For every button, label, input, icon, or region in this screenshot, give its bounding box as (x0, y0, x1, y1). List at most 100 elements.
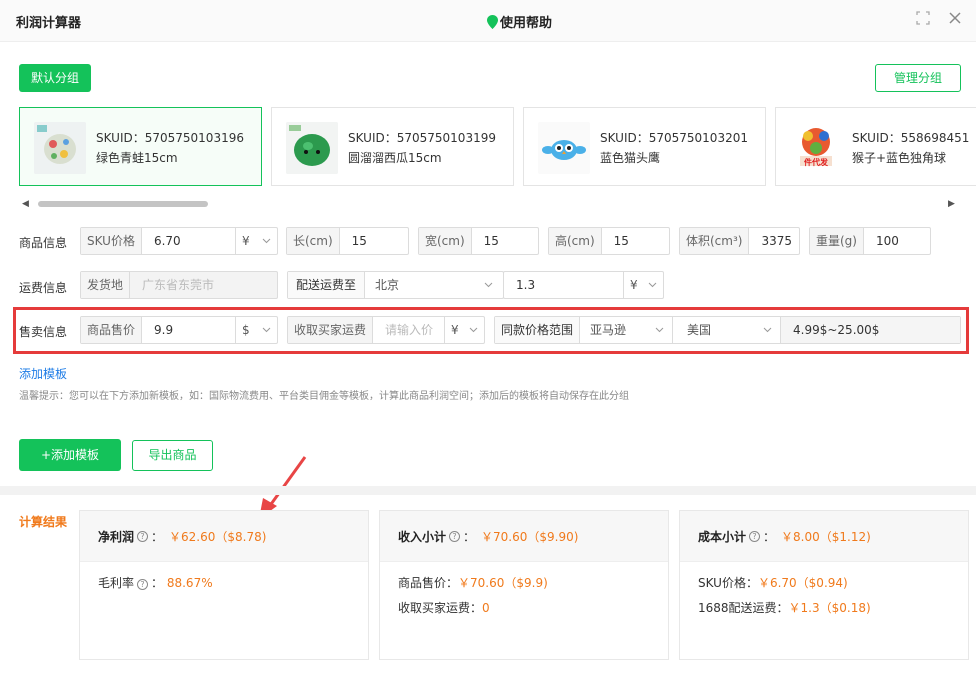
scroll-thumb[interactable] (38, 201, 208, 207)
horizontal-scrollbar[interactable] (20, 199, 948, 209)
scroll-right-icon[interactable]: ▶ (948, 199, 958, 209)
cost-sku-value: ￥6.70（$0.94) (757, 576, 848, 590)
product-card[interactable]: SKUID：5705750103199 圆溜溜西瓜15cm (271, 107, 514, 186)
width-value[interactable]: 15 (472, 228, 538, 254)
template-tip: 温馨提示：您可以在下方添加新模板，如：国际物流费用、平台类目佣金等模板，计算此商… (19, 391, 629, 402)
product-sku: SKUID：5705750103201 (600, 131, 748, 145)
cost-panel: 成本小计 ?： ￥8.00（$1.12) SKU价格：￥6.70（$0.94) … (679, 510, 969, 660)
income-sale-value: ￥70.60（$9.9) (458, 576, 548, 590)
product-thumbnail (538, 122, 590, 174)
chevron-down-icon (484, 282, 493, 288)
currency-select[interactable]: ¥ (235, 228, 277, 254)
income-ship-label: 收取买家运费： (398, 601, 483, 615)
product-sku: SKUID：5705750103199 (348, 131, 496, 145)
product-sku: SKUID：5705750103196 (96, 131, 244, 145)
product-info-label: 商品信息 (19, 236, 68, 250)
margin-value: 88.67% (166, 576, 213, 590)
shipping-fee-value[interactable]: 1.3 (504, 272, 623, 298)
section-divider (0, 486, 976, 495)
close-icon[interactable] (946, 11, 964, 29)
cost-title: 成本小计 (698, 529, 747, 544)
chevron-down-icon (262, 238, 271, 244)
help-label: 使用帮助 (500, 16, 553, 31)
height-field[interactable]: 高(cm) 15 (548, 227, 670, 255)
net-profit-title: 净利润 (98, 529, 135, 544)
margin-label: 毛利率 (98, 576, 135, 590)
product-name: 圆溜溜西瓜15cm (348, 151, 442, 165)
weight-field[interactable]: 重量(g) 100 (809, 227, 931, 255)
product-thumbnail (286, 122, 338, 174)
height-value[interactable]: 15 (602, 228, 669, 254)
sku-price-field[interactable]: SKU价格 6.70 ¥ (80, 227, 278, 255)
volume-field: 体积(cm³) 3375 (679, 227, 800, 255)
product-thumbnail: 件代发 (790, 122, 842, 174)
cost-ship-label: 1688配送运费： (698, 601, 789, 615)
cost-ship-line: 1688配送运费：￥1.3（$0.18) (680, 599, 968, 616)
product-name: 绿色青蛙15cm (96, 151, 178, 165)
currency-value: ¥ (630, 278, 638, 292)
fullscreen-icon[interactable] (914, 11, 932, 29)
sku-price-value[interactable]: 6.70 (142, 228, 235, 254)
window-header: 利润计算器 使用帮助 (0, 0, 976, 42)
question-icon[interactable]: ? (749, 530, 761, 542)
margin-line: 毛利率?： 88.67% (98, 576, 213, 590)
height-label: 高(cm) (549, 228, 602, 254)
weight-label: 重量(g) (810, 228, 864, 254)
destination-label: 配送运费至 (288, 272, 366, 298)
manage-group-button[interactable]: 管理分组 (875, 64, 961, 92)
destination-select[interactable]: 配送运费至 北京 (287, 271, 504, 299)
cost-ship-value: ￥1.3（$0.18) (788, 601, 871, 615)
net-profit-header: 净利润 ?： ￥62.60（$8.78) (80, 511, 368, 562)
origin-label: 发货地 (81, 272, 131, 298)
location-pin-icon (487, 14, 498, 29)
add-template-button[interactable]: +添加模板 (19, 439, 121, 471)
question-icon[interactable]: ? (137, 579, 149, 590)
window-title: 利润计算器 (16, 16, 82, 31)
length-field[interactable]: 长(cm) 15 (286, 227, 409, 255)
income-sale-label: 商品售价： (398, 576, 459, 590)
length-label: 长(cm) (287, 228, 340, 254)
product-sku: SKUID：558698451 (852, 131, 970, 145)
currency-value: ¥ (242, 234, 250, 248)
product-name: 猴子+蓝色独角球 (852, 151, 947, 165)
length-value[interactable]: 15 (340, 228, 408, 254)
sales-row-highlight (13, 307, 969, 354)
income-ship-value: 0 (482, 601, 490, 615)
question-icon[interactable]: ? (449, 530, 461, 542)
income-title: 收入小计 (398, 529, 447, 544)
shipping-info-label: 运费信息 (19, 281, 68, 295)
destination-value-wrap[interactable]: 北京 (365, 272, 503, 298)
question-icon[interactable]: ? (137, 530, 149, 542)
width-label: 宽(cm) (419, 228, 472, 254)
cost-header: 成本小计 ?： ￥8.00（$1.12) (680, 511, 968, 562)
destination-value: 北京 (375, 278, 400, 292)
width-field[interactable]: 宽(cm) 15 (418, 227, 539, 255)
svg-text:件代发: 件代发 (804, 157, 829, 167)
sku-price-label: SKU价格 (81, 228, 142, 254)
product-card[interactable]: 件代发 SKUID：558698451 猴子+蓝色独角球 (775, 107, 976, 186)
volume-label: 体积(cm³) (680, 228, 750, 254)
income-panel: 收入小计 ?： ￥70.60（$9.90) 商品售价：￥70.60（$9.9) … (379, 510, 669, 660)
shipping-fee-field[interactable]: 1.3 ¥ (503, 271, 664, 299)
origin-value: 广东省东莞市 (142, 278, 215, 292)
add-template-link[interactable]: 添加模板 (19, 365, 67, 382)
income-ship-line: 收取买家运费：0 (380, 599, 668, 616)
net-profit-value: ￥62.60（$8.78) (169, 529, 267, 544)
origin-field: 发货地 广东省东莞市 (80, 271, 278, 299)
product-card[interactable]: SKUID：5705750103196 绿色青蛙15cm (19, 107, 262, 186)
weight-value[interactable]: 100 (864, 228, 930, 254)
chevron-down-icon (648, 282, 657, 288)
export-products-button[interactable]: 导出商品 (132, 440, 213, 471)
product-card[interactable]: SKUID：5705750103201 蓝色猫头鹰 (523, 107, 766, 186)
product-name: 蓝色猫头鹰 (600, 151, 661, 165)
default-group-button[interactable]: 默认分组 (19, 64, 91, 92)
volume-value: 3375 (761, 234, 793, 248)
income-header: 收入小计 ?： ￥70.60（$9.90) (380, 511, 668, 562)
income-sale-line: 商品售价：￥70.60（$9.9) (380, 574, 668, 591)
cost-sku-line: SKU价格：￥6.70（$0.94) (680, 574, 968, 591)
net-profit-panel: 净利润 ?： ￥62.60（$8.78) 毛利率?： 88.67% (79, 510, 369, 660)
help-link[interactable]: 使用帮助 (487, 12, 552, 31)
currency-select[interactable]: ¥ (623, 272, 663, 298)
cost-sku-label: SKU价格： (698, 576, 758, 590)
cost-value: ￥8.00（$1.12) (781, 529, 871, 544)
